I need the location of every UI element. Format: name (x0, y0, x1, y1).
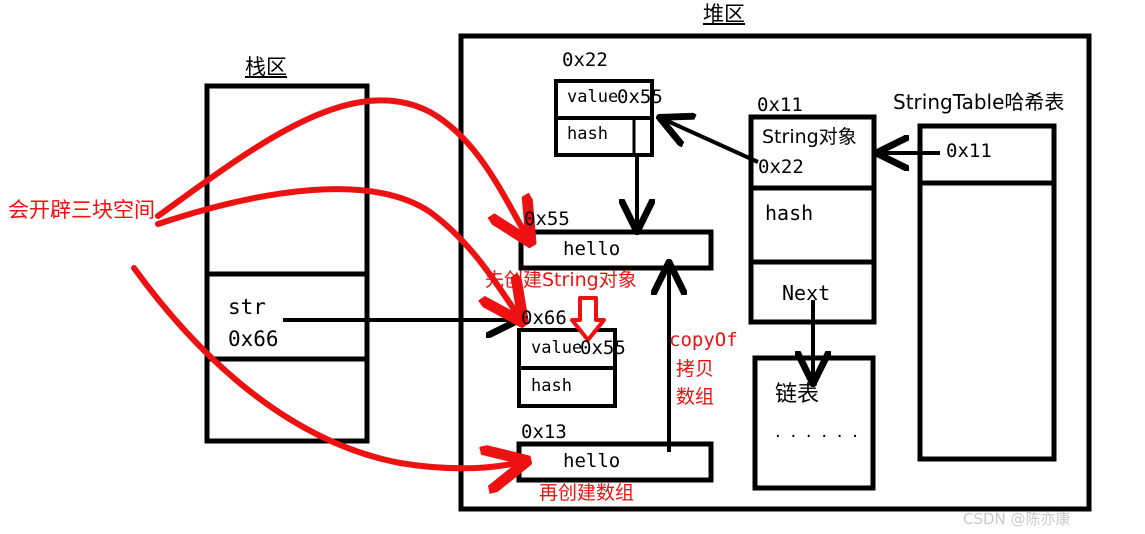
stringtable-title: StringTable哈希表 (893, 90, 1065, 114)
diagram-canvas: 堆区 栈区 StringTable哈希表 str 0x66 0x22 value… (0, 0, 1145, 534)
arrow-0x11-to-0x22 (663, 119, 759, 164)
annotation-copyof-line3: 数组 (676, 386, 715, 408)
box-0x22-row1-left: hash (567, 124, 608, 144)
stack-region-title: 栈区 (245, 55, 287, 79)
box-0x13-text: hello (563, 450, 621, 472)
stringtable-box (917, 123, 1057, 462)
box-0x22-row0-left: value (567, 87, 619, 107)
red-arrow-to-0x55 (155, 97, 528, 238)
box-0x66-row0-right: 0x55 (580, 337, 626, 359)
label-address-0x13: 0x13 (521, 421, 567, 443)
label-address-0x55: 0x55 (524, 208, 570, 230)
linked-list-label: 链表 (775, 382, 820, 407)
box-0x55-text: hello (563, 238, 621, 260)
stack-region-frame (204, 83, 370, 444)
annotation-create-array: 再创建数组 (539, 482, 635, 504)
red-block-arrow-create-string (570, 296, 606, 342)
stack-cell-str-value: 0x66 (228, 327, 279, 351)
annotation-copyof-line2: 拷贝 (676, 358, 715, 380)
box-0x66-row0-left: value (531, 338, 583, 358)
heap-box-linked-list (752, 355, 876, 491)
linked-list-dots: · · · · · · (775, 426, 860, 447)
box-0x11-row1-line1: hash (765, 201, 814, 225)
box-0x22-row0-right: 0x55 (617, 86, 663, 108)
box-0x66-row1-left: hash (531, 376, 572, 396)
box-0x11-row2-line1: Next (782, 281, 831, 305)
annotation-copyof-line1: copyOf (669, 329, 738, 351)
stack-cell-str-name: str (228, 295, 266, 319)
stringtable-cell-0: 0x11 (946, 140, 992, 162)
box-0x11-row0-line2: 0x22 (758, 156, 804, 178)
label-address-0x11: 0x11 (757, 94, 803, 116)
red-arrow-to-0x66 (155, 186, 520, 318)
red-arrow-to-0x13 (131, 265, 522, 468)
annotation-create-string: 先创建String对象 (485, 269, 637, 291)
label-address-0x22: 0x22 (562, 49, 608, 71)
annotation-left-note: 会开辟三块空间 (8, 198, 155, 222)
csdn-watermark: CSDN @陈亦康 (963, 510, 1071, 528)
label-address-0x66: 0x66 (521, 307, 567, 329)
heap-region-title: 堆区 (703, 2, 745, 26)
box-0x11-row0-line1: String对象 (762, 126, 857, 148)
